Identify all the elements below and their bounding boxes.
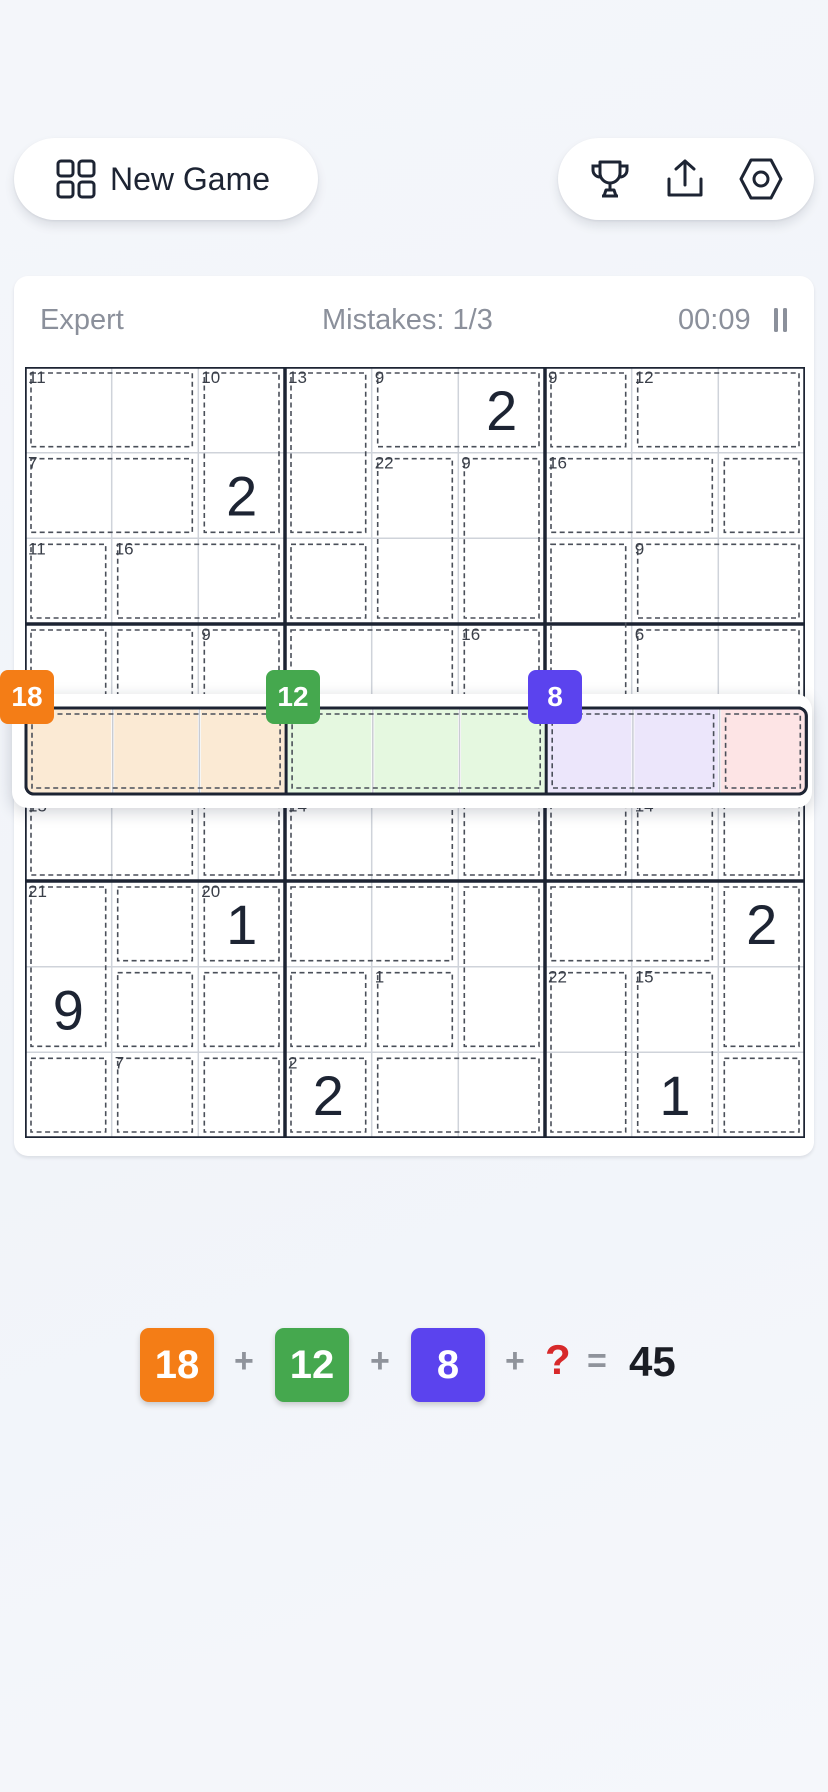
cage-sum-label: 9 bbox=[201, 625, 210, 644]
cage-sum-label: 21 bbox=[28, 882, 47, 901]
pause-icon[interactable] bbox=[773, 307, 789, 333]
cage-sum-badge-value: 12 bbox=[277, 681, 309, 712]
cage-sum-label: 7 bbox=[115, 1053, 124, 1072]
cage-sum-label: 20 bbox=[201, 882, 220, 901]
equation-term: 8 bbox=[411, 1328, 485, 1402]
grid-icon bbox=[56, 159, 96, 199]
cage-outline bbox=[116, 1057, 194, 1133]
mistakes-counter: Mistakes: 1/3 bbox=[322, 304, 493, 336]
cell-digit: 1 bbox=[659, 1064, 690, 1127]
cage-sum-badge: 18 bbox=[0, 670, 54, 724]
cage-outline bbox=[723, 800, 800, 876]
cage-sum-label: 16 bbox=[548, 454, 567, 473]
cage-sum-label: 22 bbox=[548, 968, 567, 987]
difficulty-label: Expert bbox=[40, 304, 124, 336]
equation-result: 45 bbox=[629, 1338, 676, 1385]
cage-sum-label: 6 bbox=[635, 625, 644, 644]
cage-outline bbox=[550, 372, 627, 448]
cell-digit: 2 bbox=[313, 1064, 344, 1127]
sum-equation: 18 + 12 + 8 + ? = 45 bbox=[0, 1328, 828, 1402]
cell-digit: 2 bbox=[486, 379, 517, 442]
timer: 00:09 bbox=[678, 304, 751, 336]
cage-sum-label: 16 bbox=[461, 625, 480, 644]
cage-sum-label: 16 bbox=[115, 539, 134, 558]
settings-icon[interactable] bbox=[738, 156, 784, 202]
cage-sum-label: 9 bbox=[548, 368, 557, 387]
cage-outline bbox=[203, 800, 280, 876]
cage-sum-badge: 12 bbox=[266, 670, 320, 724]
cage-sum-label: 7 bbox=[28, 454, 37, 473]
cage-outline bbox=[723, 1057, 800, 1133]
cage-outline bbox=[203, 971, 280, 1048]
cage-outline bbox=[723, 457, 800, 534]
unknown-term: ? bbox=[545, 1336, 571, 1383]
cage-outline bbox=[463, 800, 540, 876]
equation-term: 18 bbox=[140, 1328, 214, 1402]
cage-outline bbox=[376, 971, 454, 1048]
cage-outline bbox=[116, 886, 194, 962]
strip-cell[interactable] bbox=[721, 709, 805, 793]
cell-digit: 1 bbox=[226, 893, 257, 956]
cell-digit: 2 bbox=[226, 465, 257, 528]
cage-sum-label: 2 bbox=[288, 1053, 297, 1072]
highlighted-row bbox=[12, 694, 812, 808]
cage-outline bbox=[116, 971, 194, 1048]
cage-sum-label: 1 bbox=[375, 968, 384, 987]
cage-outline bbox=[290, 543, 367, 619]
cage-sum-badge-value: 8 bbox=[547, 681, 563, 712]
cage-outline bbox=[290, 971, 367, 1048]
cage-sum-label: 10 bbox=[201, 368, 220, 387]
plus-sign: + bbox=[505, 1342, 525, 1380]
cage-sum-label: 13 bbox=[288, 368, 307, 387]
cell-digit: 9 bbox=[53, 979, 84, 1042]
cell-digit: 2 bbox=[746, 893, 777, 956]
cage-sum-label: 15 bbox=[635, 968, 654, 987]
new-game-button[interactable]: New Game bbox=[14, 138, 318, 220]
cage-sum-label: 11 bbox=[28, 368, 46, 387]
plus-sign: + bbox=[370, 1342, 390, 1380]
cage-sum-label: 9 bbox=[375, 368, 384, 387]
cage-outline bbox=[203, 1057, 280, 1133]
trophy-icon[interactable] bbox=[588, 157, 632, 201]
cage-sum-label: 9 bbox=[635, 539, 644, 558]
plus-sign: + bbox=[234, 1342, 254, 1380]
cage-sum-label: 11 bbox=[28, 539, 46, 558]
cage-outline bbox=[116, 629, 194, 705]
strip-cell[interactable] bbox=[634, 709, 719, 793]
strip-cell[interactable] bbox=[114, 709, 198, 793]
cage-sum-label: 12 bbox=[635, 368, 654, 387]
cage-outline bbox=[30, 1057, 107, 1133]
equation-term: 12 bbox=[275, 1328, 349, 1402]
cage-outline bbox=[550, 800, 627, 876]
new-game-label: New Game bbox=[110, 160, 271, 197]
share-icon[interactable] bbox=[663, 157, 707, 201]
cage-sum-label: 22 bbox=[375, 454, 394, 473]
cage-sum-badge: 8 bbox=[528, 670, 582, 724]
toolbar-actions bbox=[558, 138, 814, 220]
strip-cell[interactable] bbox=[374, 709, 458, 793]
cage-sum-label: 9 bbox=[461, 454, 470, 473]
equals-sign: = bbox=[587, 1342, 607, 1380]
cage-sum-badge-value: 18 bbox=[11, 681, 43, 712]
